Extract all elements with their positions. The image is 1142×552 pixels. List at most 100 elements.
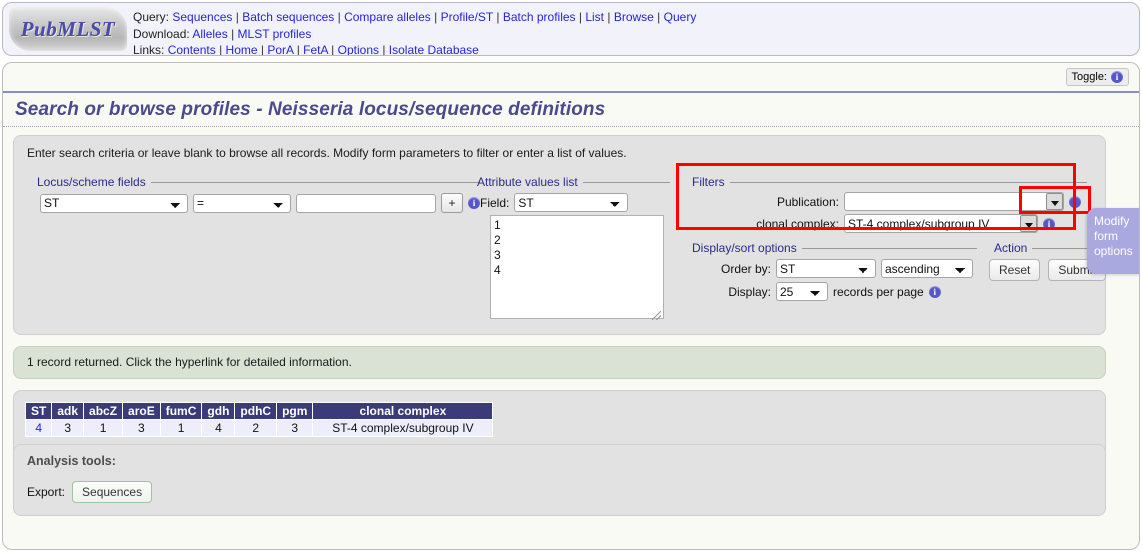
- search-panel: Enter search criteria or leave blank to …: [13, 135, 1106, 335]
- table-header-row: ST adk abcZ aroE fumC gdh pdhC pgm clona…: [24, 402, 494, 420]
- display-sort-fieldset: Display/sort options Order by: ST ascend…: [687, 241, 977, 303]
- locus-operator-select-wrap: =: [193, 193, 291, 213]
- nav-link-query[interactable]: Query: [664, 10, 697, 24]
- nav-row-query-label: Query:: [133, 10, 170, 24]
- nav-link-home[interactable]: Home: [226, 43, 258, 55]
- nav-row-links: Links: Contents | Home | PorA | FetA | O…: [133, 43, 479, 56]
- result-message-text: 1 record returned. Click the hyperlink f…: [27, 355, 352, 369]
- page-container: Toggle: i Search or browse profiles - Ne…: [2, 62, 1140, 550]
- publication-label: Publication:: [776, 194, 839, 209]
- nav-row-query: Query: Sequences | Batch sequences | Com…: [133, 10, 697, 24]
- locus-value-input[interactable]: [296, 193, 436, 213]
- table-row: 4 3 1 3 1 4 2 3 ST-4 complex/subgroup IV: [24, 419, 494, 437]
- column-header-pgm[interactable]: pgm: [276, 402, 314, 420]
- publication-info-icon[interactable]: i: [1069, 195, 1081, 208]
- records-per-page-select[interactable]: 25: [776, 282, 828, 301]
- cell-pgm: 3: [276, 419, 314, 437]
- records-per-page-suffix: records per page: [833, 284, 924, 299]
- nav-link-browse[interactable]: Browse: [614, 10, 654, 24]
- attribute-field-label: Field:: [480, 195, 510, 210]
- nav-link-profile-st[interactable]: Profile/ST: [441, 10, 493, 24]
- locus-scheme-fieldset: Locus/scheme fields ST = + i: [32, 175, 480, 315]
- results-table: ST adk abcZ aroE fumC gdh pdhC pgm clona…: [24, 402, 494, 437]
- column-header-clonal-complex[interactable]: clonal complex: [312, 402, 494, 420]
- search-intro-text: Enter search criteria or leave blank to …: [27, 146, 627, 160]
- cell-fumc: 1: [159, 419, 203, 437]
- display-info-icon[interactable]: i: [928, 285, 941, 298]
- nav-link-batch-profiles[interactable]: Batch profiles: [503, 10, 576, 24]
- analysis-tools-panel: Analysis tools: Export: Sequences: [13, 444, 1106, 516]
- display-count-label: Display:: [728, 284, 771, 299]
- attribute-values-fieldset: Attribute values list Field: ST 1 2 3 4: [472, 175, 670, 320]
- column-header-gdh[interactable]: gdh: [201, 402, 236, 420]
- nav-link-options[interactable]: Options: [338, 43, 379, 55]
- column-header-fumc[interactable]: fumC: [159, 402, 203, 420]
- nav-link-sequences[interactable]: Sequences: [172, 10, 232, 24]
- add-criteria-button[interactable]: +: [441, 193, 463, 213]
- column-header-abcz[interactable]: abcZ: [83, 402, 124, 420]
- clonal-complex-select[interactable]: ST-4 complex/subgroup IV: [844, 214, 1038, 233]
- page-title-strip: Search or browse profiles - Neisseria lo…: [3, 91, 1139, 127]
- locus-field-select-wrap: ST: [40, 193, 188, 213]
- cell-adk: 3: [51, 419, 85, 437]
- pubmlst-logo[interactable]: PubMLST: [9, 7, 127, 51]
- publication-select-wrap: [844, 192, 1064, 211]
- column-header-adk[interactable]: adk: [51, 402, 85, 420]
- toggle-label: Toggle:: [1071, 71, 1107, 83]
- export-row: Export: Sequences: [27, 481, 153, 503]
- page-title: Search or browse profiles - Neisseria lo…: [15, 98, 606, 120]
- column-header-st[interactable]: ST: [24, 402, 53, 420]
- publication-select[interactable]: [844, 192, 1064, 211]
- locus-scheme-legend: Locus/scheme fields: [37, 175, 146, 189]
- result-message-panel: 1 record returned. Click the hyperlink f…: [13, 346, 1106, 379]
- header-nav: Query: Sequences | Batch sequences | Com…: [133, 9, 697, 56]
- cell-abcz: 1: [83, 419, 124, 437]
- action-legend: Action: [994, 241, 1028, 255]
- modify-form-options-tab[interactable]: Modify form options: [1087, 208, 1139, 274]
- nav-link-pora[interactable]: PorA: [267, 43, 293, 55]
- nav-link-feta[interactable]: FetA: [303, 43, 328, 55]
- locus-field-select[interactable]: ST: [40, 193, 188, 213]
- toggle-control[interactable]: Toggle: i: [1065, 68, 1129, 86]
- locus-operator-select[interactable]: =: [193, 193, 291, 213]
- nav-link-alleles[interactable]: Alleles: [192, 27, 227, 41]
- logo-text: PubMLST: [20, 16, 116, 41]
- nav-link-contents[interactable]: Contents: [168, 43, 216, 55]
- nav-link-batch-sequences[interactable]: Batch sequences: [242, 10, 334, 24]
- sort-direction-select-wrap: ascending: [881, 259, 973, 278]
- column-header-pdhc[interactable]: pdhC: [234, 402, 278, 420]
- cell-aroe: 3: [122, 419, 161, 437]
- cell-st: 4: [24, 419, 53, 437]
- filters-legend: Filters: [692, 175, 725, 189]
- order-by-select-wrap: ST: [776, 259, 876, 278]
- display-sort-legend: Display/sort options: [692, 241, 797, 255]
- reset-button[interactable]: Reset: [989, 259, 1041, 281]
- column-header-aroe[interactable]: aroE: [122, 402, 161, 420]
- nav-link-isolate-database[interactable]: Isolate Database: [389, 43, 479, 55]
- nav-link-mlst-profiles[interactable]: MLST profiles: [238, 27, 312, 41]
- attribute-field-select[interactable]: ST: [514, 193, 629, 212]
- site-header: PubMLST Query: Sequences | Batch sequenc…: [2, 2, 1140, 56]
- filters-fieldset: Filters Publication: i clonal complex: S…: [687, 175, 1087, 233]
- nav-row-links-label: Links:: [133, 43, 165, 56]
- cell-clonal-complex: ST-4 complex/subgroup IV: [312, 419, 494, 437]
- nav-row-download-label: Download:: [133, 26, 190, 41]
- attribute-field-select-wrap: ST: [514, 193, 629, 212]
- attribute-values-textarea[interactable]: 1 2 3 4: [490, 215, 664, 319]
- sort-direction-select[interactable]: ascending: [881, 259, 973, 278]
- records-per-page-select-wrap: 25: [776, 282, 828, 301]
- attribute-values-legend: Attribute values list: [477, 175, 578, 189]
- cell-pdhc: 2: [234, 419, 278, 437]
- nav-link-compare-alleles[interactable]: Compare alleles: [344, 10, 431, 24]
- info-icon[interactable]: i: [1111, 71, 1123, 83]
- nav-row-download: Download: Alleles | MLST profiles: [133, 26, 312, 41]
- clonal-complex-select-wrap: ST-4 complex/subgroup IV: [844, 214, 1038, 233]
- order-by-label: Order by:: [720, 261, 771, 276]
- nav-link-list[interactable]: List: [585, 10, 604, 24]
- cell-gdh: 4: [201, 419, 236, 437]
- export-sequences-button[interactable]: Sequences: [72, 481, 153, 503]
- st-link[interactable]: 4: [35, 421, 42, 435]
- clonal-complex-info-icon[interactable]: i: [1043, 217, 1055, 230]
- order-by-select[interactable]: ST: [776, 259, 876, 278]
- analysis-tools-title: Analysis tools:: [27, 454, 116, 468]
